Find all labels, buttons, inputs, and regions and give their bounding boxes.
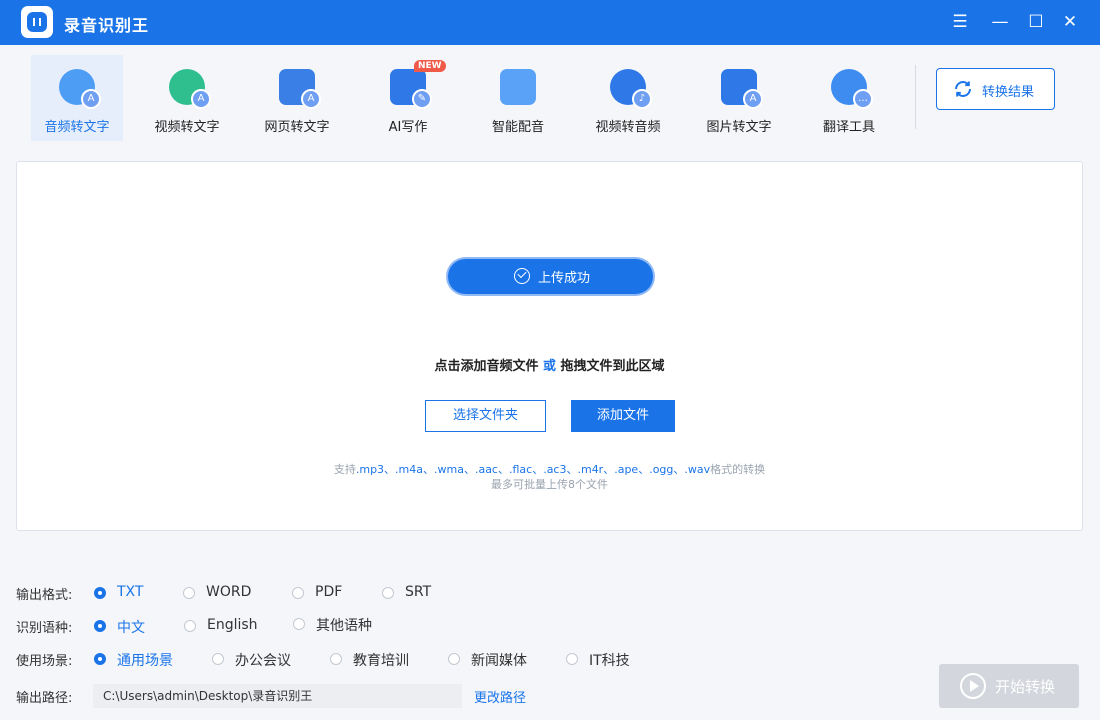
maximize-icon[interactable]: ☐	[1026, 12, 1046, 32]
hint-or: 或	[542, 359, 556, 374]
radio-label: 教育培训	[353, 653, 409, 669]
new-badge: NEW	[414, 60, 446, 72]
hint-drag-files: 拖拽文件到此区域	[560, 359, 665, 374]
upload-success-status: 上传成功	[448, 259, 653, 294]
drop-hint: 点击添加音频文件 或 拖拽文件到此区域	[17, 355, 1082, 374]
radio-dot	[183, 587, 195, 599]
hint-add-files: 点击添加音频文件	[434, 359, 539, 374]
play-circle-icon	[960, 673, 986, 699]
ai-writing-icon: ✎	[390, 69, 432, 109]
upload-limit: 最多可批量上传8个文件	[491, 478, 608, 491]
tool-label: 网页转文字	[264, 120, 330, 135]
tool-webpage-to-text[interactable]: A 网页转文字	[251, 55, 343, 141]
menu-icon[interactable]: ☰	[950, 12, 970, 32]
conversion-result-label: 转换结果	[982, 85, 1035, 100]
feature-toolbar: A 音频转文字 A 视频转文字 A 网页转文字 ✎ NEW AI写作 智能配音 …	[0, 45, 1100, 142]
radio-dot	[293, 618, 305, 630]
audio-to-text-icon: A	[59, 69, 101, 109]
language-row: 识别语种: 中文 English 其他语种	[16, 616, 516, 636]
radio-dot	[566, 653, 578, 665]
upload-success-label: 上传成功	[538, 271, 591, 286]
tool-smart-dubbing[interactable]: 智能配音	[472, 55, 564, 141]
output-format-label: 输出格式:	[16, 588, 73, 603]
change-path-link[interactable]: 更改路径	[474, 687, 526, 706]
tool-label: 智能配音	[491, 120, 544, 135]
tool-ai-writing[interactable]: ✎ NEW AI写作	[362, 55, 454, 141]
smart-dubbing-icon	[500, 69, 536, 105]
output-path-row: 输出路径:	[16, 686, 96, 706]
tool-label: AI写作	[388, 120, 428, 135]
conversion-result-button[interactable]: 转换结果	[936, 68, 1055, 110]
tool-audio-to-text[interactable]: A 音频转文字	[31, 55, 123, 141]
video-to-audio-icon: ♪	[610, 69, 652, 109]
tool-label: 视频转文字	[154, 120, 220, 135]
radio-label: English	[207, 617, 258, 633]
start-conversion-label: 开始转换	[995, 678, 1056, 696]
output-path-label: 输出路径:	[16, 691, 73, 706]
radio-label: SRT	[405, 584, 432, 600]
radio-label: 中文	[117, 620, 145, 636]
language-label: 识别语种:	[16, 621, 73, 636]
file-drop-zone[interactable]: 上传成功 点击添加音频文件 或 拖拽文件到此区域 选择文件夹 添加文件 支持.m…	[16, 161, 1083, 531]
radio-dot	[184, 620, 196, 632]
radio-label: IT科技	[589, 653, 630, 669]
add-file-button[interactable]: 添加文件	[571, 400, 675, 432]
title-bar: 录音识别王 ☰ — ☐ ✕	[0, 0, 1100, 45]
close-icon[interactable]: ✕	[1060, 12, 1080, 32]
supported-formats: 支持.mp3、.m4a、.wma、.aac、.flac、.ac3、.m4r、.a…	[17, 461, 1082, 477]
tool-video-to-text[interactable]: A 视频转文字	[141, 55, 233, 141]
tool-label: 视频转音频	[595, 120, 661, 135]
tool-image-to-text[interactable]: A 图片转文字	[693, 55, 785, 141]
radio-dot	[382, 587, 394, 599]
radio-dot	[94, 587, 106, 599]
radio-label: 其他语种	[316, 618, 372, 634]
scene-row: 使用场景: 通用场景 办公会议 教育培训 新闻媒体 IT科技	[16, 649, 716, 669]
radio-label: PDF	[315, 584, 343, 600]
output-path-field[interactable]: C:\Users\admin\Desktop\录音识别王	[93, 684, 462, 708]
radio-label: 办公会议	[235, 653, 291, 669]
radio-dot	[330, 653, 342, 665]
radio-label: 新闻媒体	[471, 653, 527, 669]
webpage-to-text-icon: A	[279, 69, 321, 109]
scene-label: 使用场景:	[16, 654, 73, 669]
tool-label: 翻译工具	[822, 120, 875, 135]
tool-label: 音频转文字	[44, 120, 110, 135]
radio-dot	[448, 653, 460, 665]
support-suffix: 格式的转换	[710, 463, 766, 476]
app-logo-icon	[21, 6, 53, 38]
start-conversion-button[interactable]: 开始转换	[939, 664, 1079, 708]
radio-dot	[94, 620, 106, 632]
tool-translate[interactable]: … 翻译工具	[803, 55, 895, 141]
radio-dot	[292, 587, 304, 599]
video-to-text-icon: A	[169, 69, 211, 109]
image-to-text-icon: A	[721, 69, 763, 109]
minimize-icon[interactable]: —	[990, 12, 1010, 32]
support-extensions: .mp3、.m4a、.wma、.aac、.flac、.ac3、.m4r、.ape…	[355, 463, 711, 476]
check-circle-icon	[514, 268, 530, 284]
toolbar-divider	[915, 65, 916, 129]
radio-label: 通用场景	[117, 653, 173, 669]
app-title: 录音识别王	[64, 16, 150, 35]
radio-label: WORD	[206, 584, 252, 600]
translate-tool-icon: …	[831, 69, 873, 109]
radio-label: TXT	[117, 584, 144, 600]
output-format-row: 输出格式: TXT WORD PDF SRT	[16, 583, 516, 603]
refresh-icon	[955, 81, 971, 97]
tool-video-to-audio[interactable]: ♪ 视频转音频	[582, 55, 674, 141]
tool-label: 图片转文字	[706, 120, 772, 135]
choose-folder-button[interactable]: 选择文件夹	[425, 400, 546, 432]
radio-dot	[94, 653, 106, 665]
radio-dot	[212, 653, 224, 665]
support-prefix: 支持	[333, 463, 356, 476]
